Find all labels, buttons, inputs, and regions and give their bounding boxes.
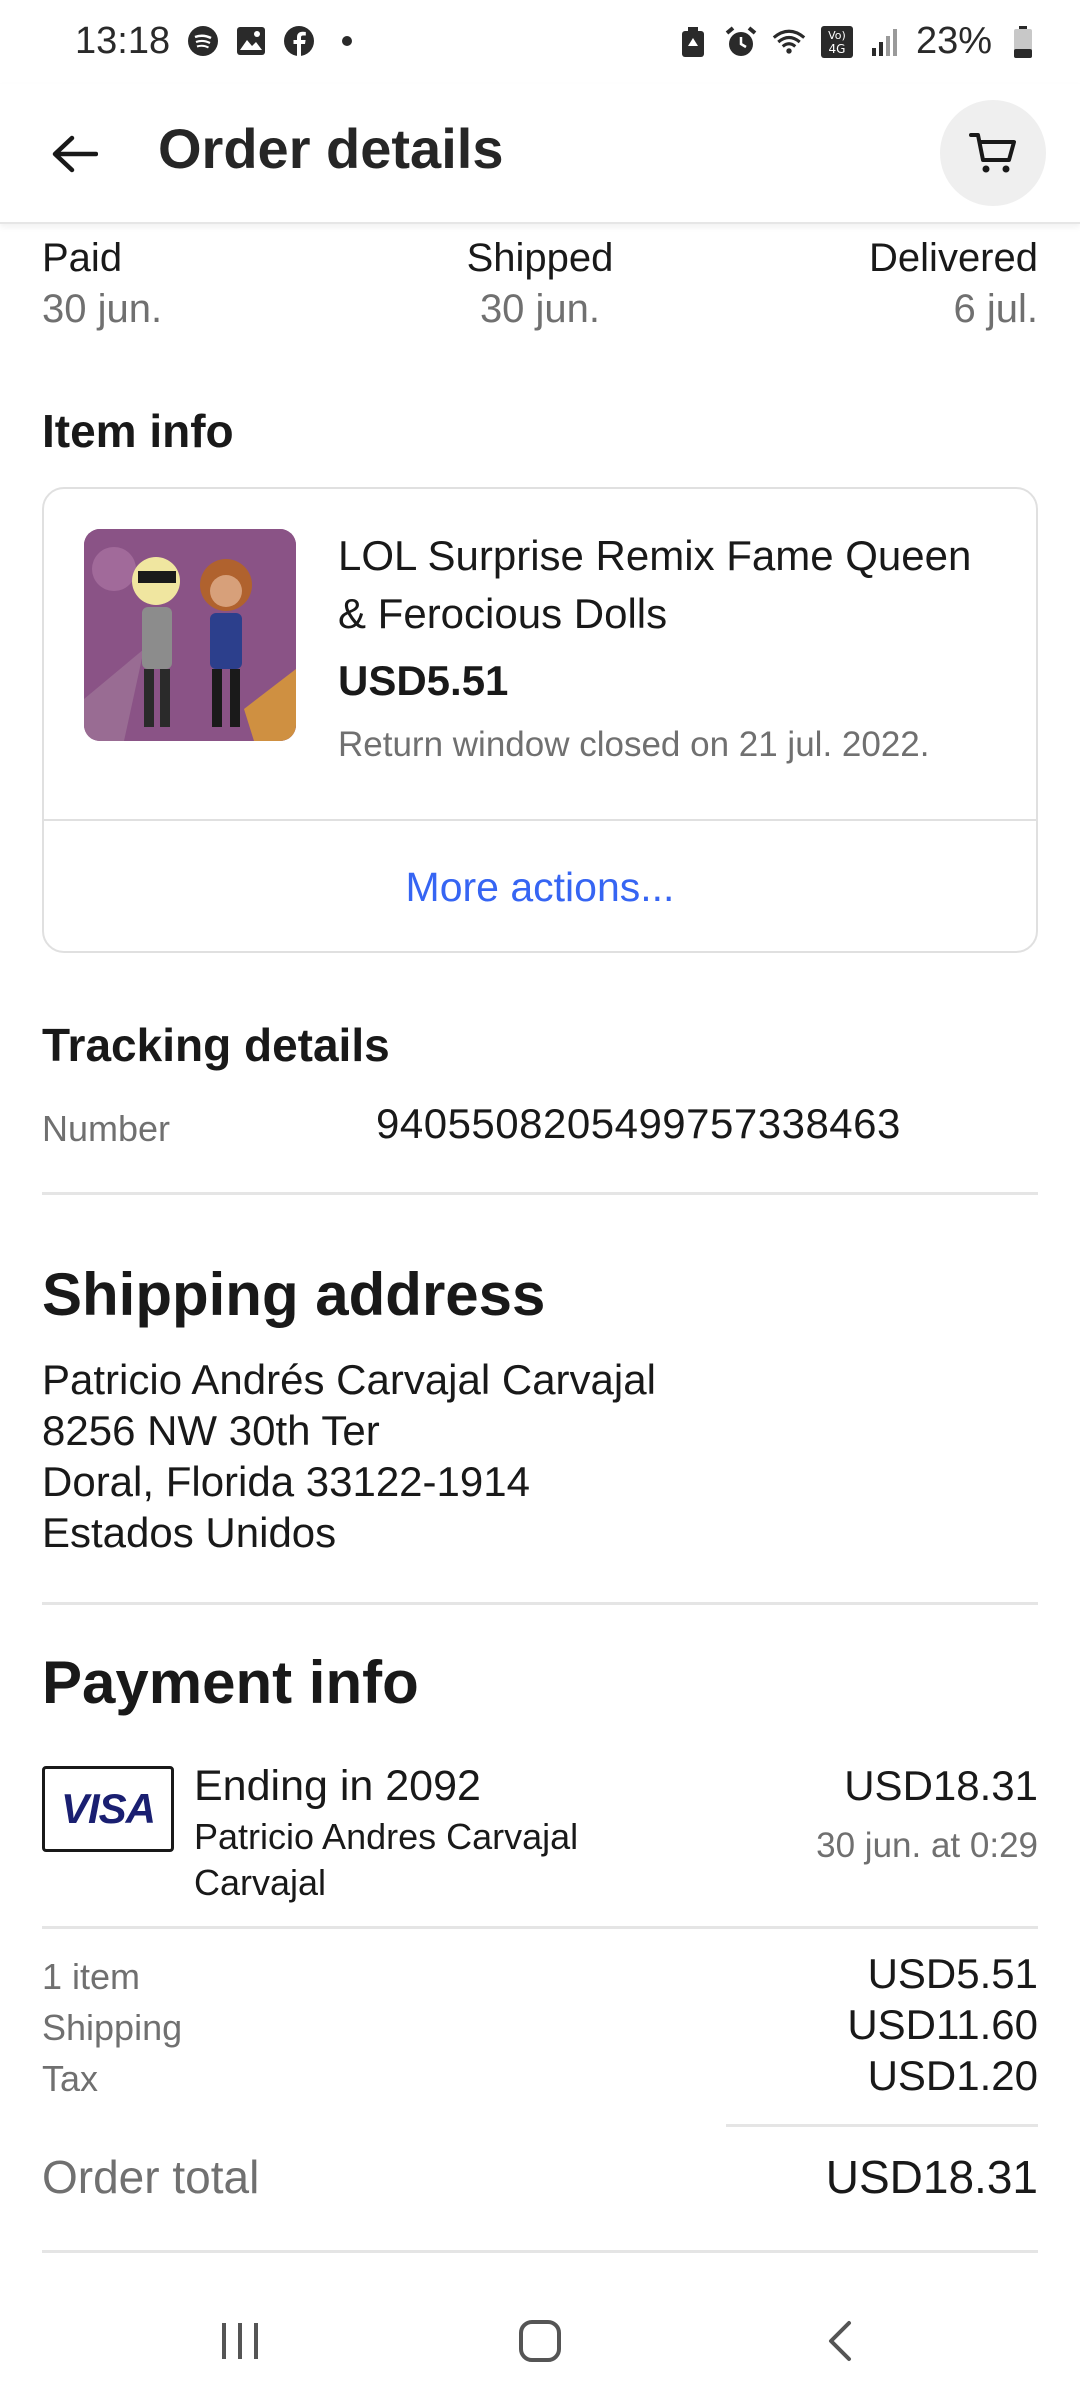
home-button[interactable] — [500, 2306, 580, 2376]
dot-icon — [330, 24, 364, 58]
notification-icons — [186, 24, 364, 58]
arrow-left-icon — [52, 135, 98, 173]
item-card: LOL Surprise Remix Fame Queen & Ferociou… — [42, 487, 1038, 953]
tracking-number-label: Number — [42, 1108, 171, 1149]
alarm-icon — [724, 25, 758, 59]
payment-amount: USD18.31 — [844, 1762, 1038, 1809]
home-icon — [519, 2320, 561, 2362]
item-title[interactable]: LOL Surprise Remix Fame Queen & Ferociou… — [338, 527, 1008, 643]
address-line: 8256 NW 30th Ter — [42, 1407, 380, 1454]
system-icons: Vo) 4G 23% — [676, 20, 1040, 63]
item-image[interactable] — [84, 529, 296, 741]
divider — [42, 1926, 1038, 1929]
summary-row-items: 1 item USD5.51 — [42, 1950, 1038, 2006]
payment-date: 30 jun. at 0:29 — [816, 1826, 1038, 1865]
divider — [726, 2124, 1038, 2127]
item-price: USD5.51 — [338, 657, 509, 704]
system-nav-bar — [0, 2270, 1080, 2400]
divider — [42, 1602, 1038, 1605]
status-time: 13:18 — [75, 20, 171, 62]
card-ending: Ending in 2092 — [194, 1762, 481, 1810]
page-title: Order details — [158, 117, 504, 180]
chevron-left-icon — [829, 2321, 851, 2361]
gallery-icon — [234, 24, 268, 58]
card-brand: VISA — [60, 1785, 156, 1832]
cart-icon — [969, 133, 1016, 173]
svg-text:Vo): Vo) — [828, 29, 846, 42]
summary-row-tax: Tax USD1.20 — [42, 2052, 1038, 2108]
visa-card-icon: VISA — [42, 1766, 174, 1852]
status-bar: 13:18 Vo) 4G 23% — [0, 0, 1080, 84]
summary-label: Shipping — [42, 2007, 183, 2048]
svg-text:4G: 4G — [828, 42, 845, 56]
back-nav-button[interactable] — [800, 2306, 880, 2376]
summary-label: Tax — [42, 2058, 99, 2099]
progress-date: 6 jul. — [953, 287, 1039, 331]
back-button[interactable] — [38, 118, 110, 190]
address-line: Estados Unidos — [42, 1509, 337, 1556]
summary-value: USD5.51 — [867, 1950, 1038, 1997]
spotify-icon — [186, 24, 220, 58]
recents-icon — [222, 2323, 258, 2359]
summary-value: USD11.60 — [847, 2001, 1038, 2048]
order-total-label: Order total — [42, 2151, 260, 2203]
divider — [42, 2250, 1038, 2253]
progress-delivered: Delivered 6 jul. — [869, 236, 1038, 332]
battery-percent: 23% — [915, 20, 992, 62]
tracking-heading: Tracking details — [42, 1019, 390, 1071]
order-total-value: USD18.31 — [825, 2151, 1038, 2203]
card-holder: Patricio Andres Carvajal Carvajal — [194, 1816, 579, 1903]
tracking-number[interactable]: 9405508205499757338463 — [376, 1100, 901, 1148]
summary-label: 1 item — [42, 1956, 141, 1997]
facebook-icon — [282, 24, 316, 58]
progress-label: Delivered — [869, 236, 1038, 280]
cart-button[interactable] — [940, 100, 1046, 206]
address-line: Patricio Andrés Carvajal Carvajal — [42, 1356, 656, 1403]
item-info-heading: Item info — [42, 405, 234, 457]
payment-info-heading: Payment info — [42, 1649, 419, 1716]
divider — [42, 1192, 1038, 1195]
volte-icon: Vo) 4G — [820, 25, 854, 59]
summary-value: USD1.20 — [867, 2052, 1038, 2099]
battery-icon — [1006, 25, 1040, 59]
recents-button[interactable] — [200, 2306, 280, 2376]
order-progress: Paid 30 jun. Shipped 30 jun. Delivered 6… — [42, 236, 1038, 346]
address-line: Doral, Florida 33122-1914 — [42, 1458, 530, 1505]
shipping-address-heading: Shipping address — [42, 1261, 546, 1328]
summary-row-shipping: Shipping USD11.60 — [42, 2001, 1038, 2057]
wifi-icon — [772, 25, 806, 59]
signal-icon — [868, 25, 902, 59]
shipping-address: Patricio Andrés Carvajal Carvajal 8256 N… — [42, 1354, 656, 1558]
return-window-note: Return window closed on 21 jul. 2022. — [338, 725, 930, 764]
recycle-icon — [676, 25, 710, 59]
more-actions-button[interactable]: More actions... — [44, 821, 1036, 951]
app-bar: Order details — [0, 84, 1080, 224]
